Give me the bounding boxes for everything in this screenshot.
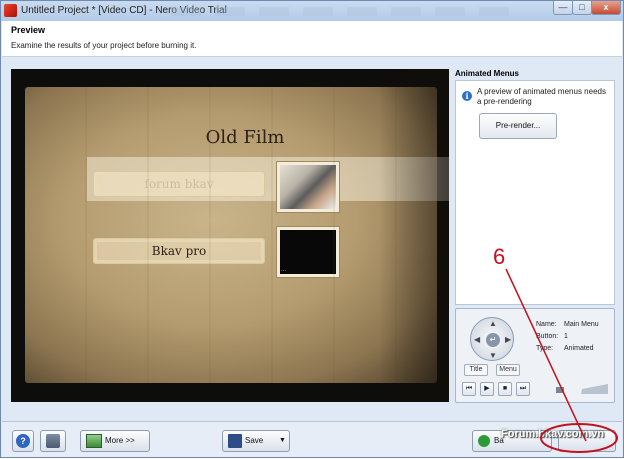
toolbox-icon bbox=[46, 434, 60, 448]
play-button[interactable]: ▶ bbox=[480, 382, 494, 396]
next-button[interactable]: ⏭ bbox=[516, 382, 530, 396]
name-key: Name: bbox=[536, 321, 557, 328]
save-button[interactable]: Save ▼ bbox=[222, 430, 290, 452]
stop-button[interactable]: ■ bbox=[498, 382, 512, 396]
chapter-thumbnail-2[interactable] bbox=[277, 227, 339, 277]
monitor-icon bbox=[86, 434, 102, 448]
back-arrow-icon bbox=[478, 435, 490, 447]
minimize-button[interactable]: — bbox=[553, 1, 573, 15]
help-icon: ? bbox=[16, 434, 30, 448]
nero-app-icon bbox=[4, 4, 17, 17]
arrow-right-icon[interactable]: ▶ bbox=[505, 336, 511, 344]
arrow-down-icon[interactable]: ▼ bbox=[489, 352, 497, 360]
floppy-disk-icon bbox=[228, 434, 242, 448]
watermark: Forum.bkav.com.vn bbox=[501, 428, 605, 440]
animated-menus-info: A preview of animated menus needs a pre-… bbox=[477, 87, 606, 106]
page-title: Preview bbox=[11, 25, 46, 35]
maximize-button[interactable]: □ bbox=[572, 1, 592, 15]
menu-preview[interactable]: Old Film forum bkav Bkav pro ... bbox=[11, 69, 449, 402]
button-value: 1 bbox=[564, 333, 568, 340]
menu-title: Old Film bbox=[205, 127, 285, 148]
taskbar-ghost bbox=[171, 7, 521, 16]
previous-button[interactable]: ⏮ bbox=[462, 382, 476, 396]
page-subtitle: Examine the results of your project befo… bbox=[11, 41, 197, 50]
more-button[interactable]: More >> bbox=[80, 430, 150, 452]
help-button[interactable]: ? bbox=[12, 430, 34, 452]
chapter-thumbnail-1[interactable] bbox=[277, 162, 339, 212]
remote-control-panel: ▲ ▼ ◀ ▶ ↵ Title Menu Name: Main Menu But… bbox=[455, 308, 615, 403]
nero-video-window: Untitled Project * [Video CD] - Nero Vid… bbox=[0, 0, 624, 458]
chevron-down-icon[interactable]: ▼ bbox=[279, 431, 286, 451]
parchment-background: Old Film forum bkav Bkav pro ... bbox=[25, 87, 449, 383]
type-key: Type: bbox=[536, 345, 554, 352]
menu-item-forum-bkav[interactable]: forum bkav bbox=[93, 171, 265, 197]
info-icon: i bbox=[462, 91, 472, 101]
arrow-up-icon[interactable]: ▲ bbox=[489, 320, 497, 328]
page-header: Preview Examine the results of your proj… bbox=[2, 21, 622, 57]
enter-icon[interactable]: ↵ bbox=[486, 333, 500, 347]
pre-render-button[interactable]: Pre-render... bbox=[479, 113, 557, 139]
title-bar: Untitled Project * [Video CD] - Nero Vid… bbox=[1, 1, 623, 21]
menu-item-bkav-pro[interactable]: Bkav pro bbox=[93, 238, 265, 264]
volume-icon bbox=[556, 387, 564, 393]
side-panel: Animated Menus i A preview of animated m… bbox=[455, 67, 615, 407]
arrow-left-icon[interactable]: ◀ bbox=[474, 336, 480, 344]
menu-button[interactable]: Menu bbox=[496, 364, 520, 376]
save-label: Save bbox=[245, 436, 264, 445]
annotation-number: 6 bbox=[493, 244, 506, 269]
animated-menus-title: Animated Menus bbox=[455, 69, 520, 78]
more-label: More >> bbox=[105, 436, 135, 445]
close-button[interactable]: x bbox=[591, 1, 621, 15]
title-button[interactable]: Title bbox=[464, 364, 488, 376]
tools-button[interactable] bbox=[40, 430, 66, 452]
name-value: Main Menu bbox=[564, 321, 599, 328]
thumbnail-caption: ... bbox=[281, 267, 287, 273]
film-edge-shadow bbox=[379, 69, 449, 402]
button-key: Button: bbox=[536, 333, 559, 340]
type-value: Animated bbox=[564, 345, 594, 352]
navigation-pad[interactable]: ▲ ▼ ◀ ▶ ↵ bbox=[470, 317, 514, 361]
animated-menus-box: i A preview of animated menus needs a pr… bbox=[455, 80, 615, 305]
